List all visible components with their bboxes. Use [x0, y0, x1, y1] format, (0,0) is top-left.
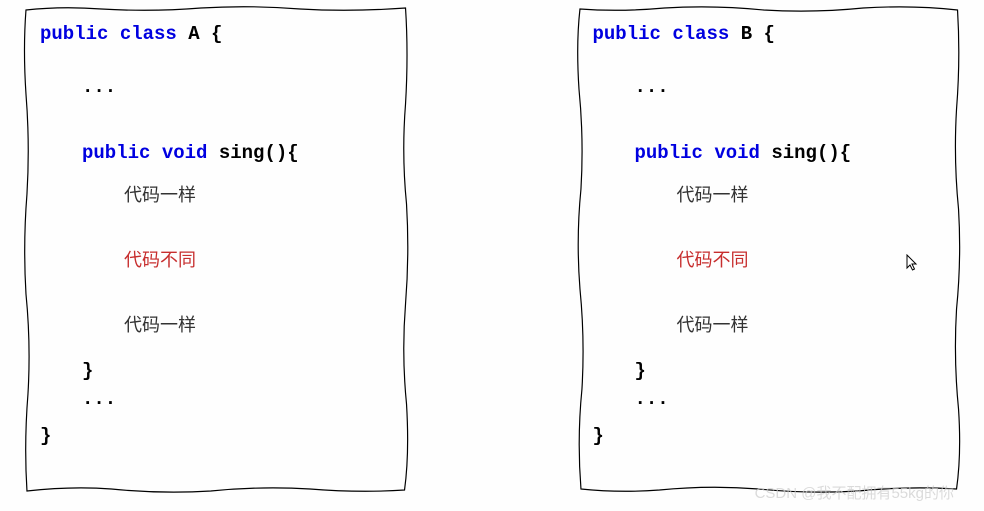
code-box-b: public class B { ... public void sing(){… — [575, 4, 963, 494]
ellipsis: ... — [40, 73, 392, 102]
method-decl: public void sing(){ — [40, 139, 392, 168]
method-decl: public void sing(){ — [593, 139, 945, 168]
code-same-2: 代码一样 — [40, 314, 392, 341]
ellipsis-2: ... — [593, 385, 945, 414]
code-diff: 代码不同 — [40, 249, 392, 276]
code-diff: 代码不同 — [593, 249, 945, 276]
watermark: CSDN @我不配拥有55kg的你 — [755, 482, 954, 503]
code-same-2: 代码一样 — [593, 314, 945, 341]
method-close: } — [40, 357, 392, 386]
class-close: } — [593, 422, 945, 451]
ellipsis: ... — [593, 73, 945, 102]
method-close: } — [593, 357, 945, 386]
code-same-1: 代码一样 — [40, 184, 392, 211]
class-close: } — [40, 422, 392, 451]
class-decl: public class A { — [40, 20, 392, 49]
code-box-a: public class A { ... public void sing(){… — [22, 4, 410, 494]
class-decl: public class B { — [593, 20, 945, 49]
cursor-icon — [906, 254, 920, 277]
code-same-1: 代码一样 — [593, 184, 945, 211]
ellipsis-2: ... — [40, 385, 392, 414]
